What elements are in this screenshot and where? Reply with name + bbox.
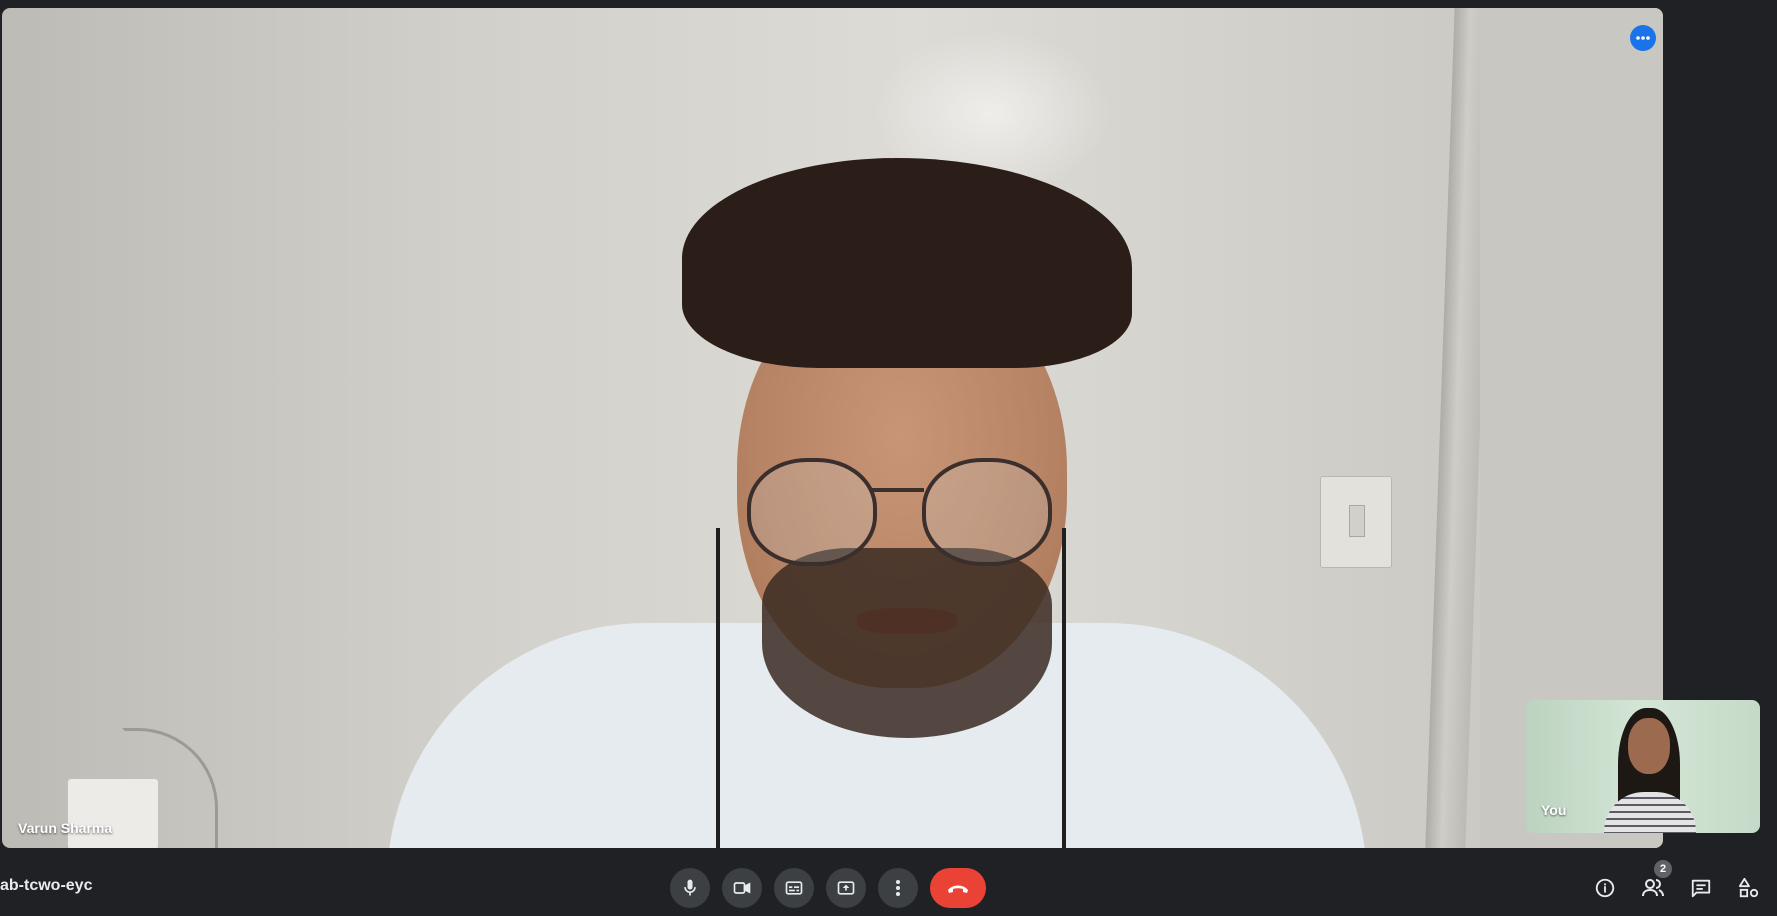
glasses-left-lens <box>747 458 877 566</box>
main-video-tile[interactable]: Varun Sharma <box>2 8 1663 848</box>
meeting-details-button[interactable] <box>1589 872 1621 904</box>
self-view-tile[interactable]: You <box>1526 700 1760 833</box>
camera-button[interactable] <box>722 868 762 908</box>
info-icon <box>1594 877 1616 899</box>
shapes-icon <box>1738 877 1760 899</box>
captions-button[interactable] <box>774 868 814 908</box>
microphone-button[interactable] <box>670 868 710 908</box>
people-count-badge: 2 <box>1654 860 1672 878</box>
videocam-icon <box>732 878 752 898</box>
mic-icon <box>680 878 700 898</box>
tile-more-options-button[interactable] <box>1630 25 1656 51</box>
meeting-code: ab-tcwo-eyc <box>0 877 93 894</box>
present-button[interactable] <box>826 868 866 908</box>
more-options-button[interactable] <box>878 868 918 908</box>
closed-caption-icon <box>784 878 804 898</box>
participant-name-label: Varun Sharma <box>18 820 113 836</box>
video-background-charger <box>67 778 159 848</box>
more-horiz-icon <box>1635 35 1651 41</box>
glasses-right-lens <box>922 458 1052 566</box>
people-icon <box>1641 877 1665 899</box>
participant-hair <box>682 158 1132 368</box>
present-to-all-icon <box>836 878 856 898</box>
earphone-cable-right <box>1062 528 1066 848</box>
leave-call-button[interactable] <box>930 868 986 908</box>
participant-mouth <box>857 608 957 634</box>
call-end-icon <box>946 882 970 894</box>
video-background-light-switch <box>1320 476 1392 568</box>
glasses-bridge <box>870 488 924 492</box>
activities-button[interactable] <box>1733 872 1765 904</box>
chat-button[interactable] <box>1685 872 1717 904</box>
self-view-label: You <box>1541 802 1567 818</box>
earphone-cable-left <box>716 528 720 848</box>
chat-icon <box>1690 877 1712 899</box>
participant-beard <box>762 548 1052 738</box>
more-vert-icon <box>895 879 901 897</box>
self-view-face <box>1628 718 1670 774</box>
